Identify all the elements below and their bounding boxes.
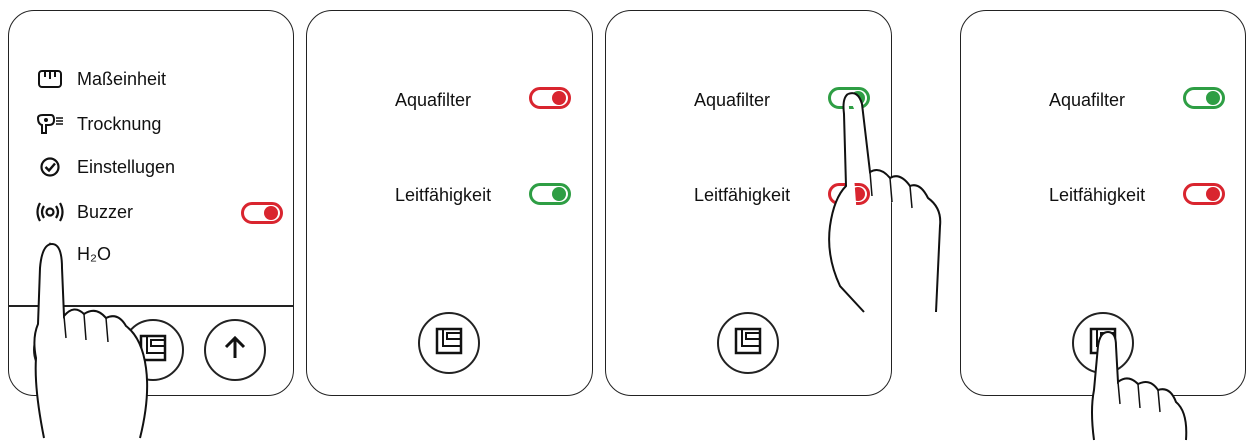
toggle-knob bbox=[851, 91, 865, 105]
toggle-knob bbox=[1206, 187, 1220, 201]
leitfaehigkeit-toggle[interactable] bbox=[529, 183, 571, 205]
arrow-up-icon bbox=[220, 333, 250, 368]
aquafilter-toggle[interactable] bbox=[529, 87, 571, 109]
toggle-knob bbox=[1206, 91, 1220, 105]
filter-button[interactable] bbox=[122, 319, 184, 381]
filter-button[interactable] bbox=[418, 312, 480, 374]
menu-item-buzzer[interactable]: Buzzer bbox=[35, 199, 133, 225]
aquafilter-label: Aquafilter bbox=[1049, 90, 1126, 110]
leitfaehigkeit-label: Leitfähigkeit bbox=[694, 185, 791, 205]
aquafilter-toggle[interactable] bbox=[828, 87, 870, 109]
leitfaehigkeit-label: Leitfähigkeit bbox=[395, 185, 492, 205]
aquafilter-label: Aquafilter bbox=[395, 90, 472, 110]
menu-label-buzzer: Buzzer bbox=[77, 201, 134, 222]
broadcast-icon bbox=[35, 200, 65, 224]
toggle-knob bbox=[264, 206, 278, 220]
aquafilter-label: Aquafilter bbox=[694, 90, 771, 110]
buzzer-toggle[interactable] bbox=[241, 202, 283, 224]
menu-label-masseinheit: Maßeinheit bbox=[77, 68, 167, 89]
filter-box-icon bbox=[1088, 326, 1118, 361]
water-drop-icon bbox=[35, 242, 65, 266]
menu-item-trocknung[interactable]: Trocknung bbox=[35, 111, 161, 137]
hairdryer-icon bbox=[35, 112, 65, 136]
menu-label-h2o: H₂O bbox=[77, 243, 111, 264]
power-icon bbox=[49, 333, 79, 368]
settings-menu-panel: Maßeinheit Trocknung Einstellugen Buzzer… bbox=[8, 10, 294, 396]
filter-box-icon bbox=[434, 326, 464, 361]
filter-box-icon bbox=[733, 326, 763, 361]
toggle-knob bbox=[552, 91, 566, 105]
leitfaehigkeit-toggle[interactable] bbox=[828, 183, 870, 205]
leitfaehigkeit-toggle[interactable] bbox=[1183, 183, 1225, 205]
ruler-icon bbox=[35, 67, 65, 91]
water-settings-panel-toggling: Aquafilter Leitfähigkeit bbox=[605, 10, 892, 396]
check-circle-icon bbox=[35, 155, 65, 179]
toggle-knob bbox=[552, 187, 566, 201]
divider bbox=[9, 305, 293, 307]
water-settings-panel: Aquafilter Leitfähigkeit bbox=[306, 10, 593, 396]
leitfaehigkeit-label: Leitfähigkeit bbox=[1049, 185, 1146, 205]
arrow-up-button[interactable] bbox=[204, 319, 266, 381]
aquafilter-toggle[interactable] bbox=[1183, 87, 1225, 109]
menu-item-h2o[interactable]: H₂O bbox=[35, 241, 111, 267]
power-button[interactable] bbox=[33, 319, 95, 381]
filter-button[interactable] bbox=[1072, 312, 1134, 374]
toggle-knob bbox=[851, 187, 865, 201]
menu-item-masseinheit[interactable]: Maßeinheit bbox=[35, 66, 166, 92]
water-settings-panel-confirm: Aquafilter Leitfähigkeit bbox=[960, 10, 1246, 396]
menu-item-einstellugen[interactable]: Einstellugen bbox=[35, 154, 175, 180]
filter-box-icon bbox=[138, 333, 168, 368]
menu-label-trocknung: Trocknung bbox=[77, 113, 162, 134]
filter-button[interactable] bbox=[717, 312, 779, 374]
menu-label-einstellugen: Einstellugen bbox=[77, 156, 176, 177]
